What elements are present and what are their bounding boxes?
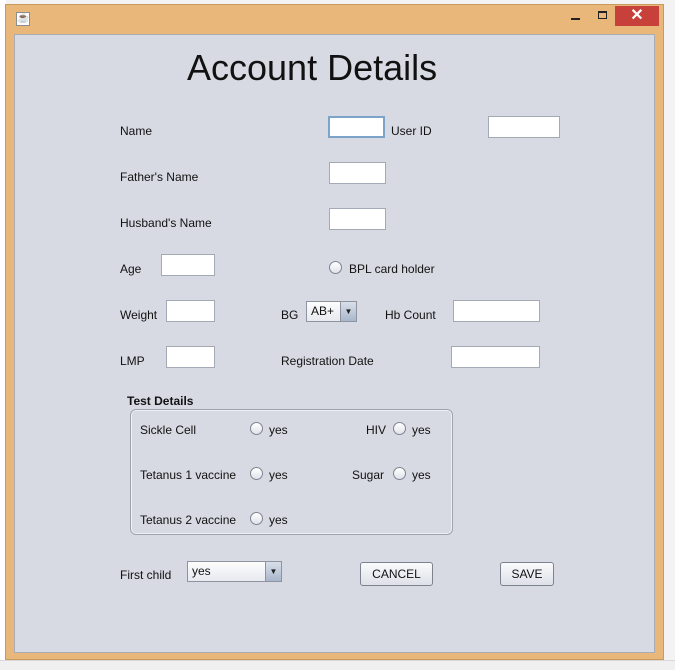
tetanus2-label: Tetanus 2 vaccine (140, 513, 237, 527)
sugar-label: Sugar (352, 468, 385, 482)
account-details-window: ☕ ✕ Account Details Name User ID Father'… (5, 4, 664, 660)
sickle-cell-yes-radio[interactable] (250, 422, 263, 435)
first-child-selected-value: yes (192, 564, 211, 578)
chevron-down-icon[interactable]: ▼ (340, 302, 356, 321)
maximize-icon (597, 11, 607, 19)
lmp-input[interactable] (166, 346, 215, 368)
minimize-icon (570, 18, 580, 20)
bpl-radio[interactable] (329, 261, 342, 274)
tetanus1-yes-radio[interactable] (250, 467, 263, 480)
age-label: Age (120, 262, 142, 276)
age-input[interactable] (161, 254, 215, 276)
test-details-title: Test Details (127, 394, 194, 408)
hb-count-input[interactable] (453, 300, 540, 322)
tetanus2-yes-label: yes (269, 513, 288, 527)
minimize-button[interactable] (562, 6, 588, 26)
page-title: Account Details (187, 47, 438, 88)
fathers-name-input[interactable] (329, 162, 386, 184)
tetanus2-yes-radio[interactable] (250, 512, 263, 525)
first-child-label: First child (120, 568, 172, 582)
chevron-down-icon[interactable]: ▼ (265, 562, 281, 581)
bg-selected-value: AB+ (311, 304, 335, 318)
sickle-cell-label: Sickle Cell (140, 423, 197, 437)
close-button[interactable]: ✕ (615, 6, 659, 26)
bg-label: BG (281, 308, 299, 322)
name-input[interactable] (328, 116, 385, 138)
hiv-yes-radio[interactable] (393, 422, 406, 435)
hiv-label: HIV (366, 423, 387, 437)
husbands-name-label: Husband's Name (120, 216, 212, 230)
user-id-label: User ID (391, 124, 432, 138)
lmp-label: LMP (120, 354, 145, 368)
sugar-yes-radio[interactable] (393, 467, 406, 480)
hiv-yes-label: yes (412, 423, 431, 437)
java-app-icon: ☕ (16, 12, 30, 26)
husbands-name-input[interactable] (329, 208, 386, 230)
title-bar[interactable]: ☕ ✕ (6, 5, 663, 33)
bpl-label: BPL card holder (349, 262, 435, 276)
sugar-yes-label: yes (412, 468, 431, 482)
registration-date-input[interactable] (451, 346, 540, 368)
first-child-select[interactable]: yes ▼ (187, 561, 282, 582)
cancel-button[interactable]: CANCEL (360, 562, 433, 586)
weight-input[interactable] (166, 300, 215, 322)
name-label: Name (120, 124, 153, 138)
user-id-input[interactable] (488, 116, 560, 138)
fathers-name-label: Father's Name (120, 170, 199, 184)
hb-count-label: Hb Count (385, 308, 436, 322)
weight-label: Weight (120, 308, 158, 322)
save-button[interactable]: SAVE (500, 562, 554, 586)
tetanus1-label: Tetanus 1 vaccine (140, 468, 237, 482)
registration-date-label: Registration Date (281, 354, 374, 368)
maximize-button[interactable] (589, 6, 615, 26)
bg-select[interactable]: AB+ ▼ (306, 301, 357, 322)
form-panel: Account Details Name User ID Father's Na… (14, 34, 655, 653)
tetanus1-yes-label: yes (269, 468, 288, 482)
sickle-cell-yes-label: yes (269, 423, 288, 437)
